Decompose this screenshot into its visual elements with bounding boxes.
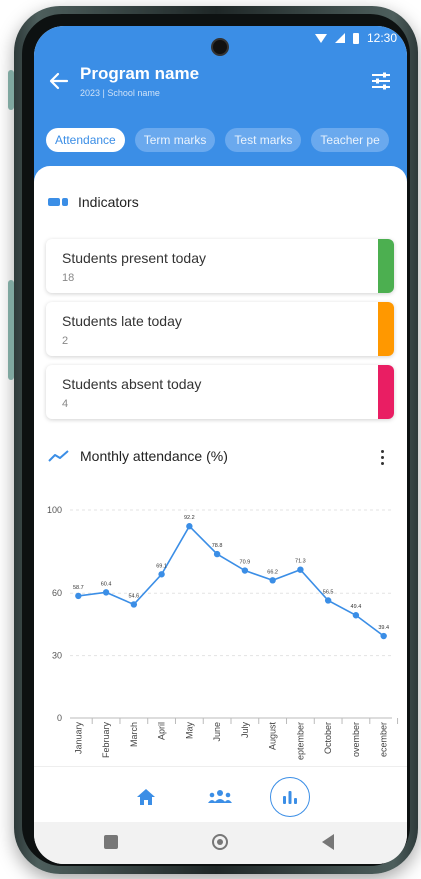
phone-volume-button bbox=[8, 280, 14, 380]
data-point bbox=[380, 632, 387, 640]
nav-home[interactable] bbox=[126, 777, 166, 817]
data-label: 60.4 bbox=[101, 581, 112, 587]
trend-line-icon bbox=[48, 450, 69, 462]
card-value: 2 bbox=[62, 335, 69, 347]
attendance-line-chart: 0 30 60 100 January February March April May June… bbox=[47, 505, 399, 760]
status-time: 12:30 bbox=[366, 31, 397, 45]
data-point bbox=[352, 612, 360, 619]
data-label: 71.3 bbox=[295, 559, 306, 565]
system-back-icon[interactable] bbox=[322, 834, 334, 850]
y-tick-label: 100 bbox=[47, 505, 62, 515]
x-tick-label: April bbox=[157, 722, 167, 740]
bottom-navigation bbox=[34, 766, 407, 822]
data-point bbox=[241, 567, 249, 574]
status-color-bar bbox=[378, 302, 394, 356]
phone-side-button bbox=[8, 70, 14, 110]
x-tick-label: June bbox=[212, 722, 222, 742]
x-tick-label: February bbox=[101, 722, 111, 759]
status-color-bar bbox=[378, 365, 394, 419]
data-point bbox=[186, 523, 193, 530]
data-point bbox=[213, 550, 221, 558]
data-label: 39.4 bbox=[378, 625, 389, 631]
x-tick-label: March bbox=[129, 722, 139, 747]
people-icon bbox=[208, 790, 232, 803]
series-line bbox=[78, 524, 385, 637]
card-value: 18 bbox=[62, 272, 75, 284]
data-label: 54.6 bbox=[128, 593, 139, 599]
card-label: Students present today bbox=[62, 250, 206, 266]
x-tick-label: eptember bbox=[295, 722, 305, 760]
data-label: 78.8 bbox=[212, 543, 223, 549]
wifi-icon bbox=[314, 33, 327, 43]
data-point bbox=[102, 589, 110, 596]
status-color-bar bbox=[378, 239, 394, 293]
x-tick-label: January bbox=[73, 722, 83, 755]
chart-title: Monthly attendance (%) bbox=[80, 448, 228, 464]
indicator-icon bbox=[48, 198, 68, 206]
data-point bbox=[75, 592, 82, 600]
data-label: 69.1 bbox=[156, 563, 167, 569]
data-point bbox=[130, 601, 138, 608]
nav-stats[interactable] bbox=[270, 777, 310, 817]
data-label: 70.9 bbox=[240, 560, 251, 566]
data-point bbox=[297, 566, 304, 573]
y-tick-label: 0 bbox=[57, 713, 62, 723]
back-arrow-icon[interactable] bbox=[48, 70, 72, 94]
filter-settings-icon[interactable] bbox=[371, 72, 391, 90]
data-label: 56.5 bbox=[323, 589, 334, 595]
data-point bbox=[158, 571, 165, 578]
data-point bbox=[324, 597, 332, 604]
tab-test-marks[interactable]: Test marks bbox=[225, 128, 302, 152]
page-title: Program name bbox=[80, 64, 200, 83]
chart-heading: Monthly attendance (%) bbox=[48, 448, 228, 464]
data-label: 49.4 bbox=[351, 604, 362, 610]
card-label: Students absent today bbox=[62, 376, 202, 392]
camera-cutout bbox=[211, 38, 229, 56]
tab-bar: Attendance Term marks Test marks Teacher… bbox=[46, 128, 389, 152]
indicators-title: Indicators bbox=[78, 194, 139, 210]
tab-teacher[interactable]: Teacher pe bbox=[311, 128, 389, 152]
x-tick-label: ovember bbox=[351, 722, 361, 757]
y-tick-label: 60 bbox=[52, 588, 62, 598]
x-tick-label: August bbox=[268, 722, 278, 751]
x-tick-label: ecember bbox=[379, 722, 389, 757]
app-screen: 12:30 Program name 2023 | School name At… bbox=[34, 26, 407, 864]
more-options-icon[interactable] bbox=[381, 450, 385, 468]
data-label: 92.2 bbox=[184, 515, 195, 521]
card-present[interactable]: Students present today 18 bbox=[46, 239, 394, 293]
recent-apps-icon[interactable] bbox=[104, 835, 118, 849]
x-tick-label: July bbox=[240, 722, 250, 739]
system-nav-bar bbox=[34, 822, 407, 864]
card-value: 4 bbox=[62, 398, 69, 410]
page-subtitle: 2023 | School name bbox=[80, 88, 160, 98]
signal-icon bbox=[334, 33, 345, 43]
home-icon bbox=[137, 789, 155, 805]
home-button-icon[interactable] bbox=[212, 834, 228, 850]
tab-attendance[interactable]: Attendance bbox=[46, 128, 125, 152]
x-tick-label: October bbox=[323, 722, 333, 754]
card-late[interactable]: Students late today 2 bbox=[46, 302, 394, 356]
x-tick-label: May bbox=[184, 722, 194, 740]
indicators-heading: Indicators bbox=[48, 194, 139, 210]
card-absent[interactable]: Students absent today 4 bbox=[46, 365, 394, 419]
battery-icon bbox=[352, 32, 359, 44]
tab-term-marks[interactable]: Term marks bbox=[134, 128, 216, 152]
data-label: 66.2 bbox=[267, 569, 278, 575]
card-label: Students late today bbox=[62, 313, 182, 329]
y-tick-label: 30 bbox=[52, 651, 62, 661]
data-label: 58.7 bbox=[73, 585, 84, 591]
data-point bbox=[269, 577, 276, 584]
nav-people[interactable] bbox=[200, 777, 240, 817]
bar-chart-icon bbox=[283, 791, 297, 804]
